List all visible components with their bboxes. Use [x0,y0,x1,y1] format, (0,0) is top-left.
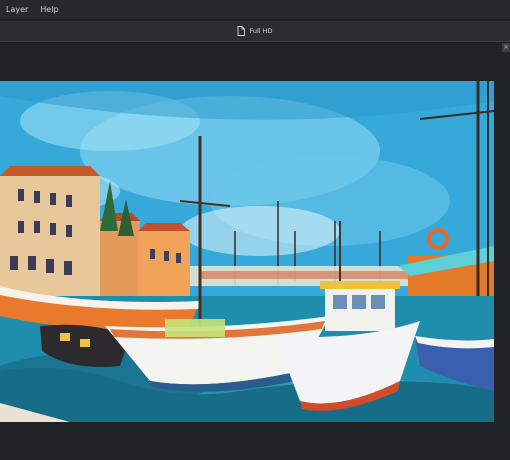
menu-item-layer[interactable]: Layer [0,0,34,20]
menubar: Layer Help [0,0,510,20]
document-tab[interactable]: Full HD [237,26,273,36]
image-canvas[interactable] [0,81,494,422]
painting-image [0,81,494,422]
document-tab-bar: Full HD [0,21,510,42]
menu-item-help[interactable]: Help [34,0,64,20]
close-panel-button[interactable]: × [502,43,510,52]
document-icon [238,26,246,36]
document-tab-label: Full HD [249,27,273,35]
